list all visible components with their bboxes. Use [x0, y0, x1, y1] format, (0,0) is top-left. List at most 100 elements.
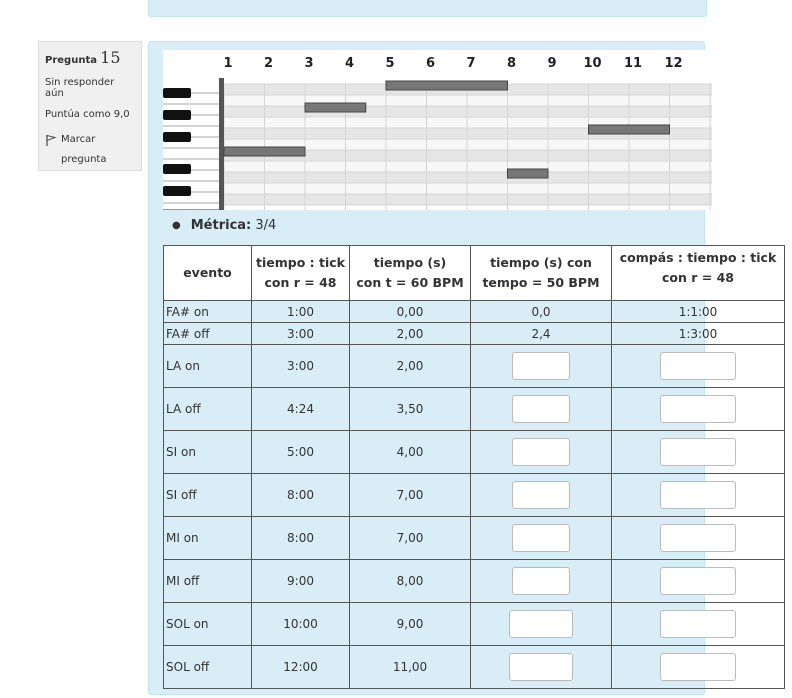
- seconds-50bpm-input[interactable]: [509, 610, 573, 638]
- black-key: [163, 88, 191, 98]
- seconds-50bpm-cell: 0,0: [470, 300, 612, 323]
- black-key: [163, 132, 191, 142]
- note-bar: [223, 146, 306, 157]
- bar-beat-tick-input[interactable]: [660, 352, 736, 380]
- event-cell: MI on: [163, 516, 252, 560]
- note-bar: [588, 124, 670, 135]
- tick-cell: 5:00: [251, 430, 350, 474]
- table-row: SOL off 12:00 11,00: [163, 645, 785, 689]
- bar-beat-tick-input[interactable]: [660, 653, 736, 681]
- beat-label: 5: [385, 56, 394, 71]
- beat-label: 7: [466, 56, 475, 71]
- header-text: evento: [183, 265, 232, 280]
- tick-cell: 4:24: [251, 387, 350, 431]
- bar-beat-tick-input[interactable]: [660, 481, 736, 509]
- seconds-50bpm-input[interactable]: [512, 481, 570, 509]
- metric-value: 3/4: [255, 218, 277, 233]
- pitch-row: [224, 194, 712, 205]
- seconds-60bpm-cell: 2,00: [349, 344, 471, 388]
- seconds-60bpm-cell: 4,00: [349, 430, 471, 474]
- bar-beat-tick-cell: 1:3:00: [611, 322, 785, 345]
- seconds-60bpm-cell: 11,00: [349, 645, 471, 689]
- pitch-row: [224, 95, 712, 106]
- seconds-50bpm-cell: [470, 344, 612, 388]
- header-text: con t = 60 BPM: [356, 275, 464, 290]
- tick-cell: 8:00: [251, 473, 350, 517]
- tick-cell: 3:00: [251, 322, 350, 345]
- col-header-event: evento: [163, 245, 252, 301]
- event-cell: FA# on: [163, 300, 252, 323]
- beat-label: 3: [304, 56, 313, 71]
- tick-cell: 3:00: [251, 344, 350, 388]
- black-key: [163, 186, 191, 196]
- seconds-50bpm-cell: [470, 430, 612, 474]
- seconds-60bpm-cell: 7,00: [349, 516, 471, 560]
- table-row: FA# off 3:00 2,00 2,4 1:3:00: [163, 322, 785, 345]
- bar-beat-tick-input[interactable]: [660, 567, 736, 595]
- piano-roll: 1 2 3 4 5 6 7 8 9 10 11 12: [163, 50, 712, 210]
- beat-label: 1: [223, 56, 232, 71]
- note-bar: [304, 102, 367, 113]
- seconds-50bpm-cell: [470, 387, 612, 431]
- seconds-60bpm-cell: 3,50: [349, 387, 471, 431]
- bar-beat-tick-cell: [611, 516, 785, 560]
- seconds-50bpm-cell: 2,4: [470, 322, 612, 345]
- bar-beat-tick-input[interactable]: [660, 395, 736, 423]
- question-number: Pregunta 15: [45, 48, 121, 67]
- header-text: tiempo (s): [373, 255, 447, 270]
- table-header-row: evento tiempo : tick con r = 48 tiempo (s…: [163, 245, 785, 301]
- beat-label: 9: [547, 56, 556, 71]
- seconds-60bpm-cell: 2,00: [349, 322, 471, 345]
- metric-label: Métrica:: [190, 218, 252, 233]
- flag-label: Marcar pregunta: [61, 134, 107, 165]
- event-cell: MI off: [163, 559, 252, 603]
- pitch-row: [224, 106, 712, 117]
- flag-question-link[interactable]: Marcar pregunta: [45, 130, 135, 170]
- seconds-50bpm-input[interactable]: [512, 352, 570, 380]
- tick-cell: 12:00: [251, 645, 350, 689]
- beat-label: 8: [507, 56, 516, 71]
- seconds-50bpm-input[interactable]: [512, 567, 570, 595]
- tick-cell: 10:00: [251, 602, 350, 646]
- seconds-50bpm-cell: [470, 602, 612, 646]
- bar-beat-tick-input[interactable]: [660, 438, 736, 466]
- seconds-50bpm-input[interactable]: [512, 524, 570, 552]
- bar-beat-tick-cell: [611, 430, 785, 474]
- table-row: SOL on 10:00 9,00: [163, 602, 785, 646]
- seconds-50bpm-cell: [470, 473, 612, 517]
- question-score: Puntúa como 9,0: [45, 109, 130, 120]
- beat-label: 6: [426, 56, 435, 71]
- event-cell: FA# off: [163, 322, 252, 345]
- seconds-50bpm-input[interactable]: [509, 653, 573, 681]
- header-text: tiempo : tick: [256, 255, 345, 270]
- event-cell: SOL on: [163, 602, 252, 646]
- seconds-50bpm-cell: [470, 559, 612, 603]
- seconds-50bpm-input[interactable]: [512, 395, 570, 423]
- event-cell: SOL off: [163, 645, 252, 689]
- seconds-50bpm-cell: [470, 516, 612, 560]
- beat-label: 12: [664, 56, 682, 71]
- seconds-60bpm-cell: 9,00: [349, 602, 471, 646]
- note-bar: [385, 80, 508, 91]
- bar-beat-tick-cell: [611, 559, 785, 603]
- beat-label: 11: [624, 56, 642, 71]
- flag-icon: [46, 134, 57, 146]
- header-text: tiempo (s) con: [490, 255, 592, 270]
- event-cell: SI on: [163, 430, 252, 474]
- tick-cell: 8:00: [251, 516, 350, 560]
- black-key: [163, 164, 191, 174]
- question-info: Pregunta 15 Sin responder aún Puntúa com…: [38, 41, 142, 171]
- events-table: evento tiempo : tick con r = 48 tiempo (s…: [163, 245, 785, 689]
- bar-beat-tick-cell: [611, 387, 785, 431]
- black-key: [163, 110, 191, 120]
- bar-beat-tick-input[interactable]: [660, 524, 736, 552]
- header-text: con r = 48: [662, 270, 734, 285]
- bar-beat-tick-input[interactable]: [660, 610, 736, 638]
- beat-label: 4: [345, 56, 354, 71]
- seconds-50bpm-input[interactable]: [512, 438, 570, 466]
- col-header-seconds-60bpm: tiempo (s) con t = 60 BPM: [349, 245, 471, 301]
- event-cell: LA on: [163, 344, 252, 388]
- table-row: LA on 3:00 2,00: [163, 344, 785, 388]
- note-bar: [507, 168, 549, 179]
- table-row: SI on 5:00 4,00: [163, 430, 785, 474]
